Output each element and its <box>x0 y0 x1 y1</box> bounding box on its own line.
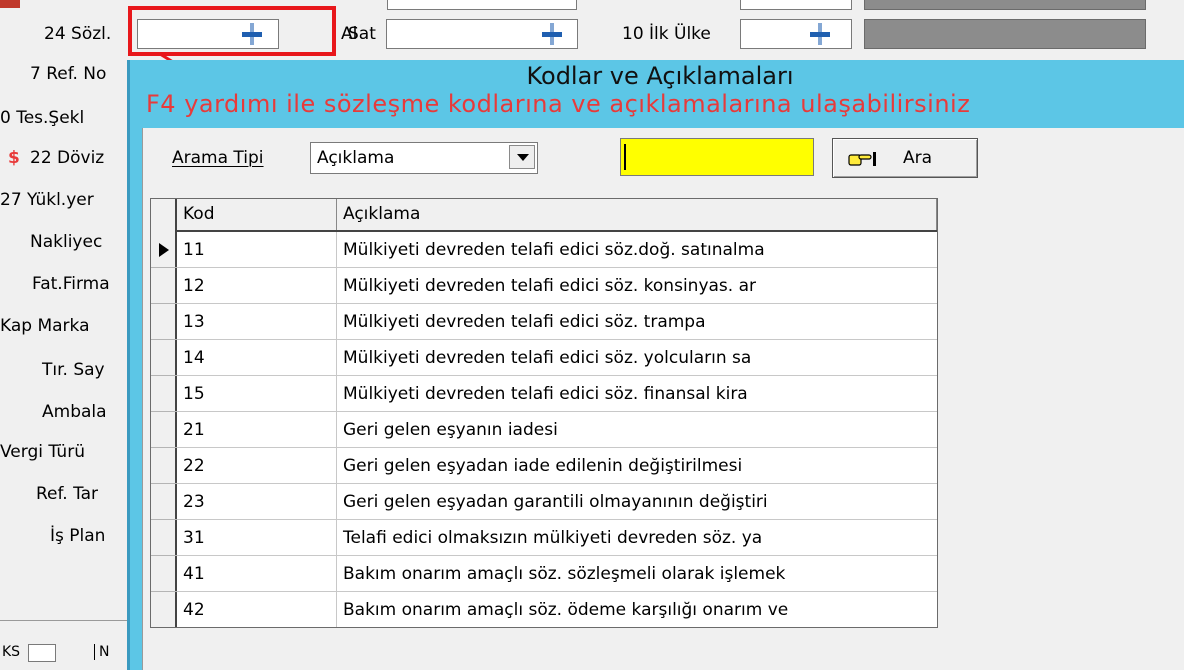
dialog-title: Kodlar ve Açıklamaları <box>526 62 794 90</box>
cell-kod[interactable]: 15 <box>177 376 337 412</box>
left-labels: 7 Ref. No 0 Tes.Şekl $ 22 Döviz 27 Yükl.… <box>0 58 140 598</box>
cell-aciklama[interactable]: Mülkiyeti devreden telafi edici söz. fin… <box>337 376 937 412</box>
top-partial-gray <box>864 0 1146 10</box>
cell-aciklama[interactable]: Bakım onarım amaçlı söz. sözleşmeli olar… <box>337 556 937 592</box>
dollar-icon: $ <box>8 148 20 168</box>
row-indicator[interactable] <box>151 520 177 556</box>
codes-grid: Kod Açıklama 11 Mülkiyeti devreden telafi… <box>150 198 938 628</box>
search-button[interactable]: Ara <box>832 138 978 178</box>
table-row[interactable]: 11 Mülkiyeti devreden telafi edici söz.do… <box>151 232 937 268</box>
left-label: İş Plan <box>50 526 106 546</box>
cell-aciklama[interactable]: Geri gelen eşyadan garantili olmayanının… <box>337 484 937 520</box>
bottom-left-fields: KS N <box>0 642 127 662</box>
sat-label: Sat <box>348 24 376 44</box>
hint-text: F4 yardımı ile sözleşme kodlarına ve açı… <box>146 90 971 118</box>
field-24-label: 24 Sözl. <box>44 24 112 44</box>
left-label: Fat.Firma <box>32 274 110 294</box>
cell-kod[interactable]: 42 <box>177 592 337 627</box>
table-row[interactable]: 13 Mülkiyeti devreden telafi edici söz. t… <box>151 304 937 340</box>
column-header-aciklama[interactable]: Açıklama <box>337 199 937 230</box>
cell-aciklama[interactable]: Mülkiyeti devreden telafi edici söz. yol… <box>337 340 937 376</box>
left-label: 27 Yükl.yer <box>0 190 94 210</box>
search-input[interactable] <box>620 138 814 176</box>
left-label: Ref. Tar <box>36 484 99 504</box>
top-partial-input-1 <box>387 0 577 10</box>
ks-label: KS <box>2 644 21 660</box>
left-label: Tır. Say <box>42 360 105 380</box>
left-label: 7 Ref. No <box>30 64 107 84</box>
row-indicator[interactable] <box>151 592 177 627</box>
table-row[interactable]: 31 Telafi edici olmaksızın mülkiyeti devr… <box>151 520 937 556</box>
pointing-hand-icon <box>848 152 876 166</box>
row-pointer-icon <box>159 243 169 257</box>
left-label: Ambala <box>42 402 107 422</box>
top-partial-red-block <box>0 0 20 8</box>
gray-field <box>864 19 1146 49</box>
left-label: 0 Tes.Şekl <box>0 108 85 128</box>
row-indicator[interactable] <box>151 412 177 448</box>
cell-aciklama[interactable]: Mülkiyeti devreden telafi edici söz. kon… <box>337 268 937 304</box>
sat-lookup-icon[interactable] <box>538 22 566 46</box>
cell-kod[interactable]: 31 <box>177 520 337 556</box>
cell-kod[interactable]: 11 <box>177 232 337 268</box>
table-row[interactable]: 21 Geri gelen eşyanın iadesi <box>151 412 937 448</box>
cell-kod[interactable]: 13 <box>177 304 337 340</box>
chevron-down-icon[interactable] <box>509 145 535 169</box>
cell-kod[interactable]: 21 <box>177 412 337 448</box>
row-indicator[interactable] <box>151 340 177 376</box>
n-label: N <box>94 644 109 660</box>
column-header-kod[interactable]: Kod <box>177 199 337 230</box>
left-label: Nakliyec <box>30 232 103 252</box>
cell-aciklama[interactable]: Telafi edici olmaksızın mülkiyeti devred… <box>337 520 937 556</box>
left-label: 22 Döviz <box>30 148 105 168</box>
cell-kod[interactable]: 14 <box>177 340 337 376</box>
left-separator <box>0 620 127 621</box>
cell-aciklama[interactable]: Geri gelen eşyadan iade edilenin değişti… <box>337 448 937 484</box>
row-indicator[interactable] <box>151 448 177 484</box>
row-indicator[interactable] <box>151 268 177 304</box>
field-10-label: 10 İlk Ülke <box>622 24 711 44</box>
table-row[interactable]: 15 Mülkiyeti devreden telafi edici söz. f… <box>151 376 937 412</box>
cell-kod[interactable]: 12 <box>177 268 337 304</box>
table-row[interactable]: 42 Bakım onarım amaçlı söz. ödeme karşılı… <box>151 592 937 627</box>
field-10-input[interactable] <box>740 19 852 49</box>
cell-kod[interactable]: 23 <box>177 484 337 520</box>
grid-rows: 11 Mülkiyeti devreden telafi edici söz.do… <box>151 232 937 627</box>
row-indicator[interactable] <box>151 484 177 520</box>
row-indicator[interactable] <box>151 304 177 340</box>
left-label: Vergi Türü <box>0 442 85 462</box>
cell-aciklama[interactable]: Bakım onarım amaçlı söz. ödeme karşılığı… <box>337 592 937 627</box>
table-row[interactable]: 23 Geri gelen eşyadan garantili olmayanın… <box>151 484 937 520</box>
table-row[interactable]: 14 Mülkiyeti devreden telafi edici söz. y… <box>151 340 937 376</box>
field-10-lookup-icon[interactable] <box>806 22 834 46</box>
ks-input[interactable] <box>28 644 56 662</box>
top-partial-input-2 <box>740 0 852 10</box>
cell-aciklama[interactable]: Mülkiyeti devreden telafi edici söz. tra… <box>337 304 937 340</box>
row-indicator[interactable] <box>151 556 177 592</box>
cell-aciklama[interactable]: Geri gelen eşyanın iadesi <box>337 412 937 448</box>
grid-header: Kod Açıklama <box>177 199 937 232</box>
search-type-label: Arama Tipi <box>172 148 264 168</box>
row-indicator[interactable] <box>151 376 177 412</box>
row-indicator[interactable] <box>151 232 177 268</box>
cell-aciklama[interactable]: Mülkiyeti devreden telafi edici söz.doğ.… <box>337 232 937 268</box>
table-row[interactable]: 12 Mülkiyeti devreden telafi edici söz. k… <box>151 268 937 304</box>
table-row[interactable]: 41 Bakım onarım amaçlı söz. sözleşmeli ol… <box>151 556 937 592</box>
highlight-box <box>128 6 336 56</box>
table-row[interactable]: 22 Geri gelen eşyadan iade edilenin değiş… <box>151 448 937 484</box>
search-button-label: Ara <box>903 148 933 168</box>
search-type-select[interactable]: Açıklama <box>310 142 538 174</box>
left-label: Kap Marka <box>0 316 90 336</box>
cell-kod[interactable]: 41 <box>177 556 337 592</box>
cell-kod[interactable]: 22 <box>177 448 337 484</box>
